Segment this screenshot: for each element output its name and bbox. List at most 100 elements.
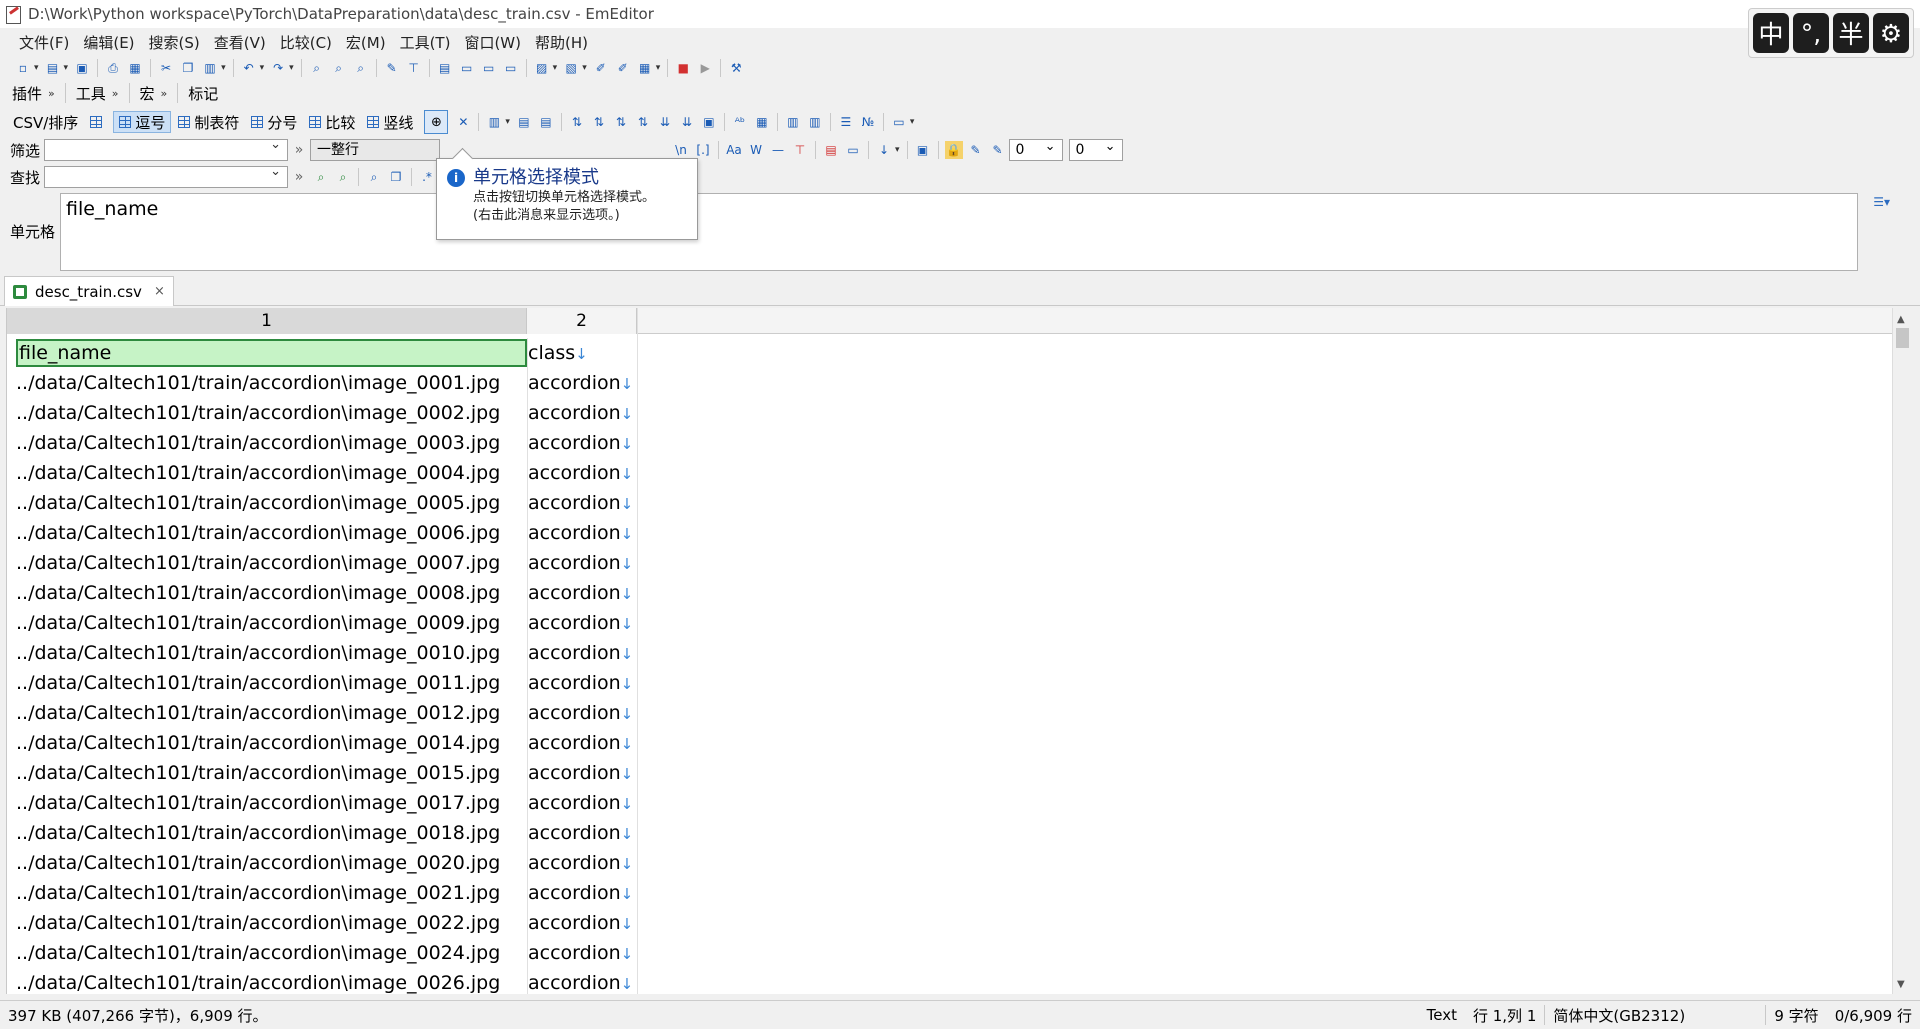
cell-class[interactable]: accordion↓ [527,758,637,789]
cut-icon[interactable]: ✂ [157,59,175,77]
minus-icon[interactable]: — [769,141,787,159]
cell-file-name[interactable]: ../data/Caltech101/train/accordion\image… [16,548,527,578]
split-icon[interactable]: ▥ [784,113,802,131]
filter-input[interactable] [44,137,288,161]
cell-class[interactable]: accordion↓ [527,638,637,669]
cell-class[interactable]: accordion↓ [527,818,637,849]
delete-column-icon[interactable]: ▤ [537,113,555,131]
cell-file-name[interactable]: ../data/Caltech101/train/accordion\image… [16,518,527,548]
sort-custom-icon[interactable]: ▣ [700,113,718,131]
find-next-icon[interactable]: ⌕ [312,168,330,186]
column-dropdown-icon[interactable]: ▾ [505,117,510,127]
cell-file-name[interactable]: ../data/Caltech101/train/accordion\image… [16,878,527,908]
cell-file-name[interactable]: ../data/Caltech101/train/accordion\image… [16,398,527,428]
cell-class[interactable]: accordion↓ [527,788,637,819]
scroll-down-icon[interactable]: ▼ [1897,979,1905,990]
cell-file-name[interactable]: ../data/Caltech101/train/accordion\image… [16,938,527,968]
cell-class[interactable]: accordion↓ [527,488,637,519]
chart-dropdown-icon[interactable]: ▾ [656,63,661,73]
sort-ascending-icon[interactable]: ⇅ [568,113,586,131]
arrow-down-icon[interactable]: ↓ [875,141,893,159]
close-tab-icon[interactable]: × [154,284,165,299]
sort-descending-icon[interactable]: ⇅ [590,113,608,131]
advanced-filter-icon[interactable]: ▣ [914,141,932,159]
cell-file-name[interactable]: ../data/Caltech101/train/accordion\image… [16,488,527,518]
cell-file-name[interactable]: ../data/Caltech101/train/accordion\image… [16,848,527,878]
macro-run-icon[interactable]: ✐ [614,59,632,77]
cell-class[interactable]: accordion↓ [527,908,637,939]
scroll-up-icon[interactable]: ▲ [1897,314,1905,325]
number-icon[interactable]: № [859,113,877,131]
find-next-icon[interactable]: ⌕ [330,59,348,77]
settings-filter-icon[interactable]: ✎ [989,141,1007,159]
csv-comma-button[interactable]: 逗号 [113,111,172,133]
bookmark-icon[interactable]: ▤ [822,141,840,159]
cell-file-name[interactable]: ../data/Caltech101/train/accordion\image… [16,368,527,398]
tab-desc-train-csv[interactable]: desc_train.csv × [4,276,174,306]
spell-icon[interactable]: ᴬᵇ [731,113,749,131]
cell-value-input[interactable]: file_name [60,193,1858,271]
sort-length-asc-icon[interactable]: ⇊ [656,113,674,131]
save-icon[interactable]: ▣ [73,59,91,77]
insert-column-icon[interactable]: ▤ [515,113,533,131]
cell-class[interactable]: accordion↓ [527,398,637,429]
scrollbar-thumb[interactable] [1896,328,1909,348]
status-mode[interactable]: Text [1419,1006,1465,1024]
cell-file-name[interactable]: ../data/Caltech101/train/accordion\image… [16,788,527,818]
lock-icon[interactable]: 🔒 [944,141,963,159]
column-header-1[interactable]: 1 [7,308,527,334]
filter-number-select-1[interactable]: 0 [1008,137,1063,161]
column-header-2[interactable]: 2 [527,308,637,334]
cell-file-name[interactable]: ../data/Caltech101/train/accordion\image… [16,428,527,458]
layout-icon-4[interactable]: ▭ [502,59,520,77]
cell-class[interactable]: accordion↓ [527,368,637,399]
find-copy-icon[interactable]: ❐ [387,168,405,186]
play-macro-icon[interactable]: ▶ [696,59,714,77]
arrow-dropdown-icon[interactable]: ▾ [895,145,900,155]
find-regex-icon[interactable]: .* [418,168,436,186]
filter-bracket-icon[interactable]: [.] [694,141,712,159]
ime-settings-icon[interactable]: ⚙ [1873,13,1909,53]
ruler-dropdown-icon[interactable]: ▾ [910,117,915,127]
filter-icon[interactable]: ⊤ [405,59,423,77]
cell-class[interactable]: accordion↓ [527,848,637,879]
find-all-icon[interactable]: ⌕ [365,168,383,186]
replace-icon[interactable]: ⌕ [352,59,370,77]
sort-numeric-desc-icon[interactable]: ⇅ [634,113,652,131]
sort-length-desc-icon[interactable]: ⇊ [678,113,696,131]
ime-punctuation-button[interactable]: °, [1793,13,1829,53]
open-dropdown-icon[interactable]: ▾ [64,63,69,73]
menu-edit[interactable]: 编辑(E) [76,32,141,53]
paste-dropdown-icon[interactable]: ▾ [221,63,226,73]
cell-selection-tooltip[interactable]: i 单元格选择模式 点击按钮切换单元格选择模式。 (右击此消息来显示选项。) [436,158,698,240]
cell-file-name[interactable]: ../data/Caltech101/train/accordion\image… [16,758,527,788]
validate-icon[interactable]: ▦ [753,113,771,131]
whole-word-icon[interactable]: W [747,141,765,159]
marks-toolbar[interactable]: 标记 [182,83,224,104]
redo-dropdown-icon[interactable]: ▾ [289,63,294,73]
cell-class[interactable]: accordion↓ [527,668,637,699]
menu-window[interactable]: 窗口(W) [457,32,528,53]
ime-half-width-button[interactable]: 半 [1833,13,1869,53]
cell-class[interactable]: accordion↓ [527,428,637,459]
menu-macros[interactable]: 宏(M) [339,32,393,53]
config-dropdown-icon[interactable]: ▾ [582,63,587,73]
clear-filter-icon[interactable]: ⊤ [791,141,809,159]
chart-icon[interactable]: ▦ [636,59,654,77]
paste-icon[interactable]: ▥ [201,59,219,77]
layout-icon-3[interactable]: ▭ [480,59,498,77]
filter-number-select-2[interactable]: 0 [1068,137,1123,161]
cell-file-name[interactable]: ../data/Caltech101/train/accordion\image… [16,578,527,608]
cell-file-name[interactable]: ../data/Caltech101/train/accordion\image… [16,818,527,848]
menu-tools[interactable]: 工具(T) [393,32,458,53]
config-icon[interactable]: ▧ [562,59,580,77]
vertical-scrollbar[interactable]: ▲ ▼ [1892,308,1912,994]
find-input[interactable] [44,164,288,188]
cell-class[interactable]: accordion↓ [527,578,637,609]
edit-cell-icon[interactable]: ✕ [454,113,472,131]
status-encoding[interactable]: 简体中文(GB2312) [1545,1005,1765,1026]
macro-edit-icon[interactable]: ✐ [592,59,610,77]
list-icon[interactable]: ☰ [837,113,855,131]
print-preview-icon[interactable]: ▦ [126,59,144,77]
filter-mode-select[interactable]: 一整行 [310,139,440,161]
